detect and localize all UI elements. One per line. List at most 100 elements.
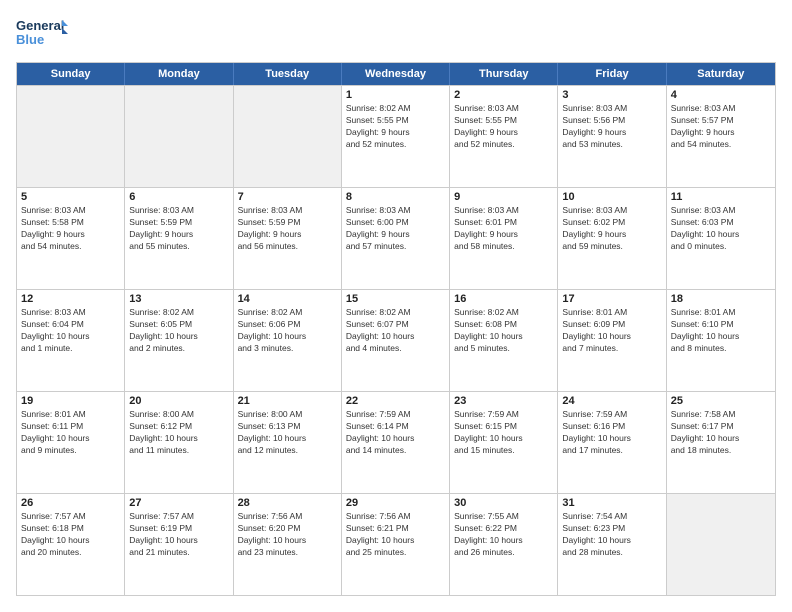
cell-info-line: Sunrise: 8:02 AM [346,307,445,319]
cell-info-line: Sunrise: 8:03 AM [454,103,553,115]
day-number: 6 [129,191,228,203]
header-cell-tuesday: Tuesday [234,63,342,85]
cell-info-line: Daylight: 10 hours [671,331,771,343]
day-number: 30 [454,497,553,509]
cell-info-line: Sunrise: 7:56 AM [346,511,445,523]
week-row-4: 19Sunrise: 8:01 AMSunset: 6:11 PMDayligh… [17,391,775,493]
cell-info-line: Sunrise: 8:00 AM [238,409,337,421]
day-number: 13 [129,293,228,305]
cell-info-line: Daylight: 9 hours [21,229,120,241]
cell-info-line: Sunrise: 7:55 AM [454,511,553,523]
day-cell-22: 22 Sunrise: 7:59 AMSunset: 6:14 PMDayligh… [342,392,450,493]
day-number: 12 [21,293,120,305]
day-number: 14 [238,293,337,305]
cell-info-line: Sunrise: 8:03 AM [671,205,771,217]
cell-info-line: Sunrise: 7:59 AM [346,409,445,421]
day-cell-14: 14Sunrise: 8:02 AMSunset: 6:06 PMDayligh… [234,290,342,391]
cell-info-line: Sunset: 6:22 PM [454,523,553,535]
day-cell-26: 26Sunrise: 7:57 AMSunset: 6:18 PMDayligh… [17,494,125,595]
cell-info-line: and 3 minutes. [238,343,337,355]
day-number: 22 [346,395,445,407]
day-cell-2: 2Sunrise: 8:03 AMSunset: 5:55 PMDaylight… [450,86,558,187]
cell-info-line: and 57 minutes. [346,241,445,253]
cell-info-line: Sunset: 6:12 PM [129,421,228,433]
cell-info-line: Sunset: 6:06 PM [238,319,337,331]
cell-info-line: Sunrise: 7:57 AM [129,511,228,523]
cell-info-line: Daylight: 10 hours [671,229,771,241]
cell-info-line: and 54 minutes. [21,241,120,253]
empty-cell-0-0 [17,86,125,187]
header-cell-thursday: Thursday [450,63,558,85]
cell-info-line: Sunrise: 8:03 AM [21,307,120,319]
cell-info-line: Daylight: 10 hours [238,331,337,343]
cell-info-line: Sunset: 5:59 PM [238,217,337,229]
cell-info-line: Sunset: 6:08 PM [454,319,553,331]
cell-info-line: Sunset: 6:19 PM [129,523,228,535]
header-cell-friday: Friday [558,63,666,85]
calendar-header: SundayMondayTuesdayWednesdayThursdayFrid… [17,63,775,85]
cell-info-line: and 7 minutes. [562,343,661,355]
cell-info-line: Sunrise: 8:03 AM [129,205,228,217]
cell-info-line: Sunrise: 8:03 AM [21,205,120,217]
cell-info-line: and 4 minutes. [346,343,445,355]
day-number: 23 [454,395,553,407]
day-cell-12: 12 Sunrise: 8:03 AMSunset: 6:04 PMDayligh… [17,290,125,391]
logo-svg: General Blue [16,16,68,52]
empty-cell-0-2 [234,86,342,187]
cell-info-line: Daylight: 10 hours [346,433,445,445]
cell-info-line: Daylight: 10 hours [562,433,661,445]
day-number: 4 [671,89,771,101]
cell-info-line: Daylight: 10 hours [671,433,771,445]
day-cell-16: 16Sunrise: 8:02 AMSunset: 6:08 PMDayligh… [450,290,558,391]
cell-info-line: Sunset: 6:14 PM [346,421,445,433]
cell-info-line: Daylight: 10 hours [454,535,553,547]
cell-info-line: and 2 minutes. [129,343,228,355]
cell-info-line: Sunset: 5:57 PM [671,115,771,127]
cell-info-line: Daylight: 10 hours [238,535,337,547]
day-cell-3: 3Sunrise: 8:03 AMSunset: 5:56 PMDaylight… [558,86,666,187]
cell-info-line: Daylight: 10 hours [562,535,661,547]
week-row-5: 26Sunrise: 7:57 AMSunset: 6:18 PMDayligh… [17,493,775,595]
day-cell-5: 5Sunrise: 8:03 AMSunset: 5:58 PMDaylight… [17,188,125,289]
day-number: 25 [671,395,771,407]
cell-info-line: and 20 minutes. [21,547,120,559]
cell-info-line: Sunset: 6:10 PM [671,319,771,331]
cell-info-line: Daylight: 10 hours [238,433,337,445]
header-cell-monday: Monday [125,63,233,85]
cell-info-line: Daylight: 10 hours [346,535,445,547]
cell-info-line: Sunset: 6:05 PM [129,319,228,331]
cell-info-line: Sunset: 6:09 PM [562,319,661,331]
day-number: 28 [238,497,337,509]
cell-info-line: and 55 minutes. [129,241,228,253]
day-cell-23: 23Sunrise: 7:59 AMSunset: 6:15 PMDayligh… [450,392,558,493]
day-cell-19: 19Sunrise: 8:01 AMSunset: 6:11 PMDayligh… [17,392,125,493]
cell-info-line: Daylight: 10 hours [129,535,228,547]
cell-info-line: and 25 minutes. [346,547,445,559]
day-cell-15: 15Sunrise: 8:02 AMSunset: 6:07 PMDayligh… [342,290,450,391]
cell-info-line: and 21 minutes. [129,547,228,559]
cell-info-line: Sunrise: 8:03 AM [562,103,661,115]
cell-info-line: Daylight: 10 hours [21,535,120,547]
cell-info-line: and 17 minutes. [562,445,661,457]
calendar-body: 1Sunrise: 8:02 AMSunset: 5:55 PMDaylight… [17,85,775,595]
day-cell-13: 13 Sunrise: 8:02 AMSunset: 6:05 PMDayligh… [125,290,233,391]
day-cell-8: 8Sunrise: 8:03 AMSunset: 6:00 PMDaylight… [342,188,450,289]
cell-info-line: Sunrise: 8:03 AM [454,205,553,217]
header: General Blue [16,16,776,52]
day-number: 5 [21,191,120,203]
day-number: 9 [454,191,553,203]
cell-info-line: Daylight: 10 hours [21,331,120,343]
cell-info-line: Sunset: 6:04 PM [21,319,120,331]
day-cell-11: 11Sunrise: 8:03 AMSunset: 6:03 PMDayligh… [667,188,775,289]
day-cell-30: 30 Sunrise: 7:55 AMSunset: 6:22 PMDayligh… [450,494,558,595]
cell-info-line: Sunrise: 8:03 AM [562,205,661,217]
day-number: 19 [21,395,120,407]
day-number: 3 [562,89,661,101]
cell-info-line: Sunrise: 8:02 AM [454,307,553,319]
cell-info-line: Sunset: 5:55 PM [454,115,553,127]
cell-info-line: Daylight: 10 hours [21,433,120,445]
day-number: 26 [21,497,120,509]
cell-info-line: Daylight: 10 hours [129,331,228,343]
cell-info-line: Sunrise: 8:02 AM [129,307,228,319]
cell-info-line: and 52 minutes. [454,139,553,151]
